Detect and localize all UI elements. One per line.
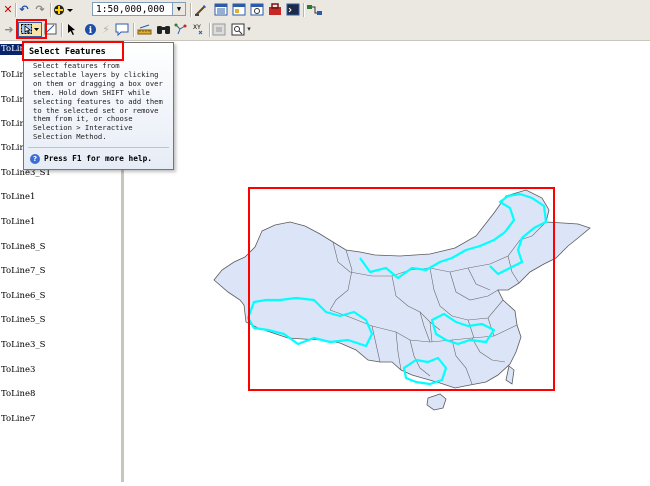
identify-icon[interactable]: i [82, 22, 98, 37]
select-elements-icon[interactable] [64, 22, 80, 37]
toc-layer-item[interactable]: ToLine6_S [0, 291, 45, 302]
toc-layer-item[interactable]: ToLine3 [0, 365, 35, 376]
toolbar-separator [61, 23, 63, 37]
toc-layer-item[interactable]: ToLine8 [0, 389, 35, 400]
search-window-icon[interactable] [249, 2, 265, 17]
select-features-tooltip: Select Features Select features from sel… [22, 41, 174, 170]
help-icon: ? [30, 154, 40, 164]
table-of-contents-icon[interactable] [213, 2, 229, 17]
modelbuilder-icon[interactable] [305, 2, 325, 17]
toc-layer-item[interactable]: ToLine8_S [0, 242, 45, 253]
python-window-icon[interactable] [285, 2, 301, 17]
toc-layer-item[interactable]: ToLine7 [0, 414, 35, 425]
toolbar-separator [190, 3, 192, 17]
selection-rectangle [248, 187, 555, 391]
find-route-icon[interactable] [173, 22, 189, 37]
toc-layer-item[interactable]: ToLine1 [0, 217, 35, 228]
tooltip-body: Select features from selectable layers b… [33, 61, 163, 142]
arctoolbox-icon[interactable] [267, 2, 283, 17]
toolbar-separator [133, 23, 135, 37]
tools-toolbar: ➜ i ⚡ XY ▾ [0, 20, 650, 41]
toc-layer-item[interactable]: ToLine1 [0, 192, 35, 203]
select-tool-highlight [16, 19, 47, 39]
map-scale-value: 1:50,000,000 [96, 4, 165, 15]
html-popup-icon[interactable] [114, 22, 130, 37]
find-icon[interactable] [155, 22, 171, 37]
measure-icon[interactable] [136, 22, 152, 37]
time-slider-icon[interactable] [211, 22, 227, 37]
toc-layer-item[interactable]: ToLine5_S [0, 315, 45, 326]
svg-text:XY: XY [193, 24, 201, 31]
toc-layer-item[interactable]: ToLine7_S [0, 266, 45, 277]
standard-toolbar: ✕ ↶ ↷ 1:50,000,000 ▼ [0, 0, 650, 21]
undo-icon[interactable]: ↶ [16, 2, 32, 17]
redo-icon[interactable]: ↷ [32, 2, 48, 17]
map-display[interactable] [124, 41, 650, 482]
hyperlink-icon[interactable]: ⚡ [98, 22, 114, 37]
go-to-xy-icon[interactable]: XY [191, 22, 207, 37]
delete-icon[interactable]: ✕ [0, 2, 16, 17]
create-viewer-window-icon[interactable] [230, 22, 246, 37]
editor-toolbar-icon[interactable] [193, 2, 209, 17]
toc-layer-item[interactable]: ToLine3_S [0, 340, 45, 351]
tooltip-divider [28, 147, 169, 148]
catalog-window-icon[interactable] [231, 2, 247, 17]
tooltip-title: Select Features [29, 47, 106, 57]
svg-text:i: i [88, 26, 92, 36]
tooltip-help-text: Press F1 for more help. [44, 154, 152, 163]
chevron-down-icon[interactable]: ▼ [172, 3, 185, 15]
toolbar-options-icon[interactable]: ▾ [245, 22, 253, 37]
add-data-icon[interactable] [52, 2, 74, 17]
hainan-island [426, 393, 447, 411]
arrow-right-icon[interactable]: ➜ [1, 22, 17, 37]
map-scale-input[interactable]: 1:50,000,000 ▼ [92, 2, 186, 16]
